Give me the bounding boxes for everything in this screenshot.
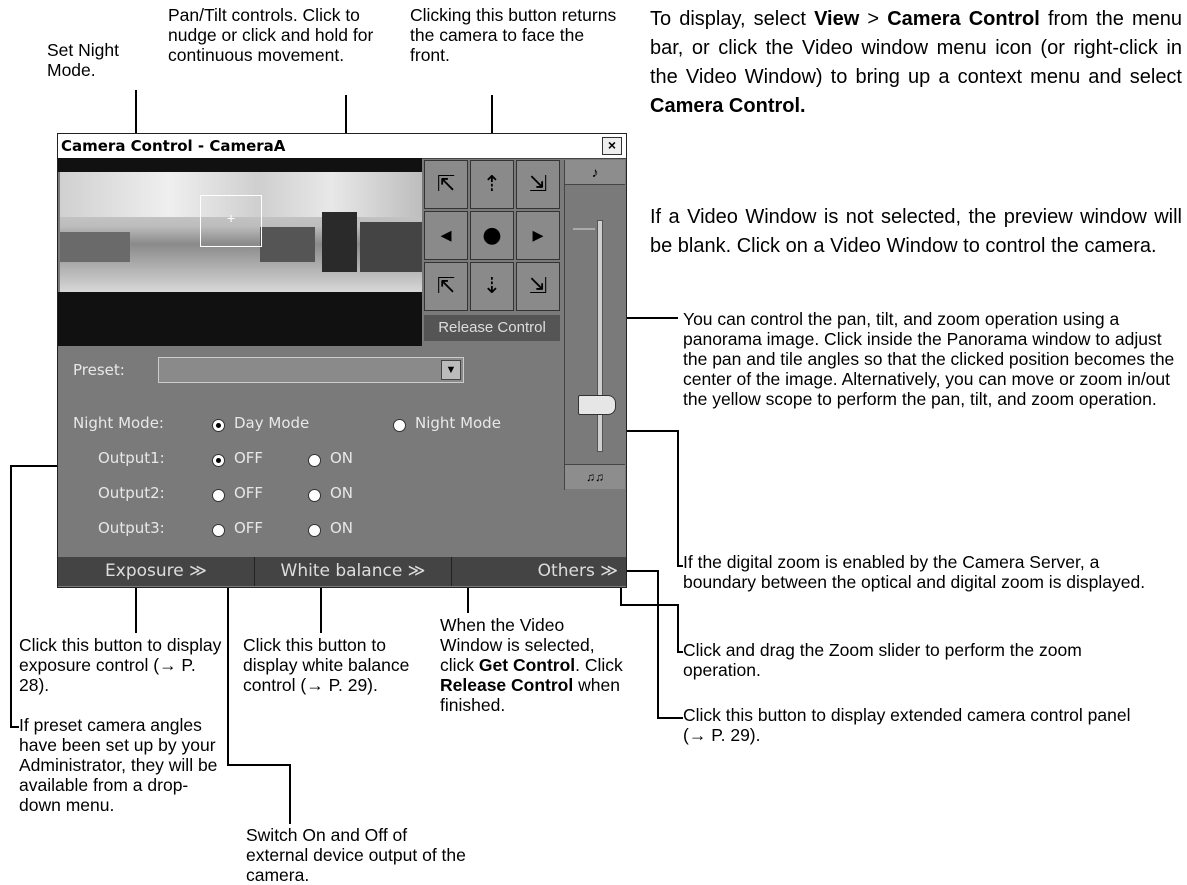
camera-control-window: Camera Control - CameraA × ⇱ ⇡ ⇲ ◂ ● ▸ ⇱… bbox=[57, 133, 627, 588]
panorama-object bbox=[360, 222, 422, 272]
annotation-get-control: When the Video Window is selected, click… bbox=[440, 615, 630, 715]
output3-on-radio[interactable] bbox=[308, 524, 321, 537]
pan-tilt-up-left-button[interactable]: ⇱ bbox=[424, 160, 468, 209]
day-mode-label: Day Mode bbox=[234, 414, 310, 432]
annotation-preset: If preset camera angles have been set up… bbox=[19, 715, 218, 815]
pan-tilt-up-button[interactable]: ⇡ bbox=[470, 160, 514, 209]
night-mode-radio-label: Night Mode bbox=[415, 414, 501, 432]
annotation-zoom-slider: Click and drag the Zoom slider to perfor… bbox=[683, 640, 1082, 680]
leader-line bbox=[657, 570, 659, 718]
night-mode-label: Night Mode: bbox=[73, 414, 164, 432]
leader-line bbox=[657, 717, 683, 719]
bottom-tab-bar: Exposure ≫ White balance ≫ Others ≫ bbox=[58, 557, 626, 586]
panorama-object bbox=[260, 227, 315, 262]
get-control-bold: Get Control bbox=[478, 655, 576, 675]
output1-on-label: ON bbox=[330, 449, 354, 467]
output2-on-radio[interactable] bbox=[308, 489, 321, 502]
output2-label: Output2: bbox=[98, 484, 165, 502]
annotation-night-mode: Set Night Mode. bbox=[47, 40, 119, 80]
preset-label: Preset: bbox=[73, 361, 125, 379]
leader-line bbox=[135, 585, 137, 633]
pan-tilt-right-button[interactable]: ▸ bbox=[516, 211, 560, 260]
annotation-panorama: You can control the pan, tilt, and zoom … bbox=[683, 309, 1175, 409]
leader-line bbox=[227, 764, 290, 766]
leader-line bbox=[10, 726, 19, 728]
release-control-bold: Release Control bbox=[440, 675, 574, 695]
zoom-tele-icon: ♪ bbox=[565, 160, 625, 185]
leader-line bbox=[620, 604, 678, 606]
intro-camera-control-bold-2: Camera Control. bbox=[650, 95, 806, 117]
window-titlebar: Camera Control - CameraA × bbox=[58, 134, 626, 159]
zoom-wide-icon: ♫♫ bbox=[565, 464, 625, 489]
day-mode-radio[interactable] bbox=[212, 419, 225, 432]
annotation-others: Click this button to display extended ca… bbox=[683, 705, 1131, 745]
release-control-button[interactable]: Release Control bbox=[424, 315, 560, 341]
output1-label: Output1: bbox=[98, 449, 165, 467]
chevron-down-icon[interactable]: ▼ bbox=[441, 360, 461, 380]
output1-off-label: OFF bbox=[234, 449, 264, 467]
leader-line bbox=[320, 585, 322, 633]
leader-line bbox=[677, 565, 683, 567]
panorama-object bbox=[60, 232, 130, 262]
close-button[interactable]: × bbox=[602, 137, 622, 155]
panorama-object bbox=[322, 212, 357, 272]
pan-tilt-down-right-button[interactable]: ⇲ bbox=[516, 262, 560, 311]
output3-label: Output3: bbox=[98, 519, 165, 537]
yellow-scope[interactable] bbox=[200, 195, 262, 247]
white-balance-button[interactable]: White balance ≫ bbox=[255, 557, 452, 586]
zoom-panel: ♪ ♫♫ bbox=[564, 160, 625, 490]
intro-view-bold: View bbox=[814, 8, 860, 30]
zoom-slider-track[interactable] bbox=[597, 220, 603, 452]
output3-on-label: ON bbox=[330, 519, 354, 537]
leader-line bbox=[677, 651, 683, 653]
exposure-button[interactable]: Exposure ≫ bbox=[58, 557, 255, 586]
pan-tilt-controls: ⇱ ⇡ ⇲ ◂ ● ▸ ⇱ ⇣ ⇲ bbox=[424, 160, 562, 313]
annotation-pan-tilt: Pan/Tilt controls. Click to nudge or cli… bbox=[168, 5, 374, 65]
annotation-white-balance: Click this button to display white balan… bbox=[243, 635, 410, 695]
leader-line bbox=[677, 430, 679, 565]
intro-paragraph-2: If a Video Window is not selected, the p… bbox=[650, 206, 1182, 257]
annotation-center-button: Clicking this button returns the camera … bbox=[410, 5, 617, 65]
night-mode-radio[interactable] bbox=[393, 419, 406, 432]
annotation-exposure: Click this button to display exposure co… bbox=[19, 635, 222, 695]
output3-off-radio[interactable] bbox=[212, 524, 225, 537]
panorama-bottom-band bbox=[58, 292, 422, 346]
output2-off-radio[interactable] bbox=[212, 489, 225, 502]
pan-tilt-down-button[interactable]: ⇣ bbox=[470, 262, 514, 311]
output2-off-label: OFF bbox=[234, 484, 264, 502]
leader-line bbox=[677, 604, 679, 652]
output1-off-radio[interactable] bbox=[212, 454, 225, 467]
pan-tilt-down-left-button[interactable]: ⇱ bbox=[424, 262, 468, 311]
leader-line bbox=[289, 764, 291, 824]
preset-dropdown[interactable]: ▼ bbox=[158, 357, 464, 383]
output2-on-label: ON bbox=[330, 484, 354, 502]
leader-line bbox=[10, 465, 12, 727]
intro-paragraph-1: To display, select View > Camera Control… bbox=[650, 5, 1182, 121]
pan-tilt-left-button[interactable]: ◂ bbox=[424, 211, 468, 260]
output3-off-label: OFF bbox=[234, 519, 264, 537]
pan-tilt-up-right-button[interactable]: ⇲ bbox=[516, 160, 560, 209]
intro-text-a: To display, select bbox=[650, 8, 806, 30]
annotation-outputs: Switch On and Off of external device out… bbox=[246, 825, 466, 885]
panorama-top-band bbox=[58, 158, 422, 172]
center-home-button[interactable]: ● bbox=[470, 211, 514, 260]
others-button[interactable]: Others ≫ bbox=[452, 557, 626, 586]
digital-zoom-boundary bbox=[573, 228, 595, 230]
panorama-window[interactable] bbox=[60, 172, 422, 292]
intro-camera-control-bold: Camera Control bbox=[887, 8, 1040, 30]
get-control-text-2: . Click bbox=[575, 655, 623, 675]
zoom-slider-thumb[interactable] bbox=[578, 395, 616, 415]
annotation-digital-zoom: If the digital zoom is enabled by the Ca… bbox=[683, 552, 1146, 592]
intro-gt: > bbox=[867, 8, 880, 30]
window-title: Camera Control - CameraA bbox=[61, 137, 286, 155]
output1-on-radio[interactable] bbox=[308, 454, 321, 467]
